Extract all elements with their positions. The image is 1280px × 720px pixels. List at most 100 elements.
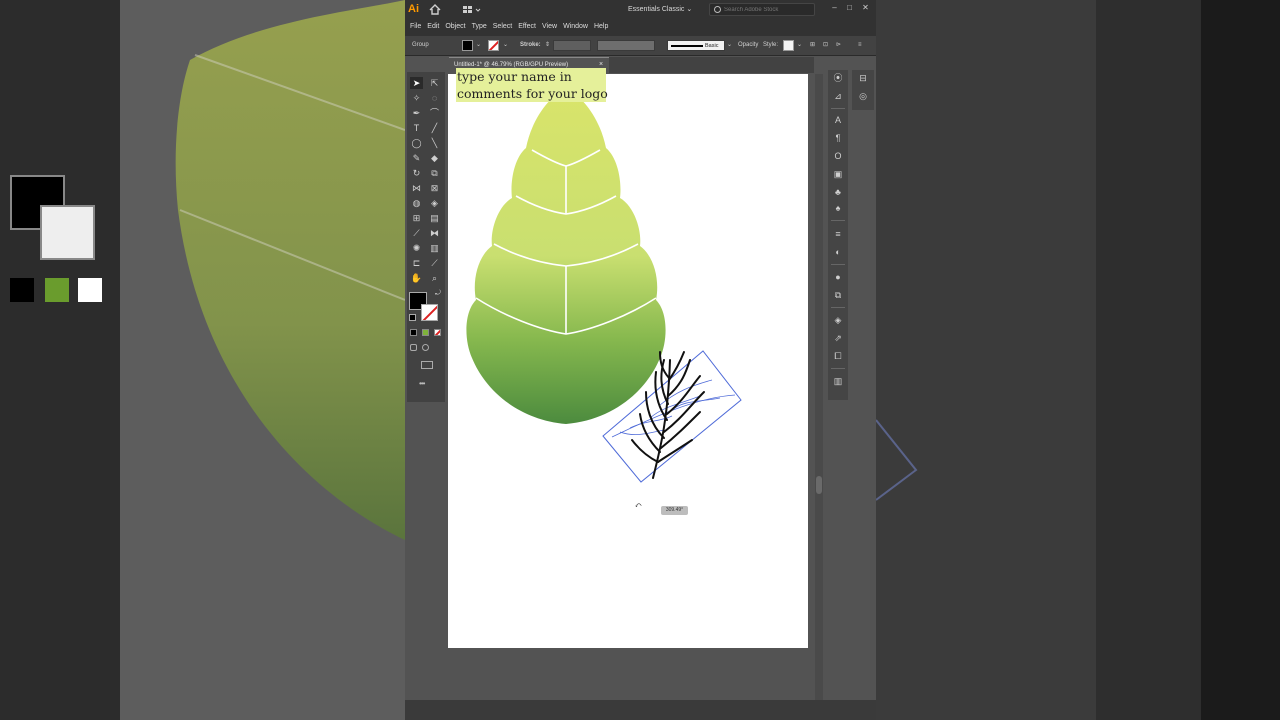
menu-select[interactable]: Select [490, 21, 515, 33]
none-mode-icon[interactable] [434, 329, 441, 336]
paintbrush-tool-icon[interactable]: ╲ [428, 137, 441, 149]
chevron-down-icon[interactable]: ⌄ [503, 42, 509, 48]
brush-definition[interactable]: Basic [667, 40, 725, 51]
style-swatch[interactable] [783, 40, 794, 51]
lasso-tool-icon[interactable]: ◌ [428, 92, 441, 104]
free-transform-tool-icon[interactable]: ⊠ [428, 182, 441, 194]
align-panel-icon[interactable]: ⊟ [857, 72, 869, 84]
width-tool-icon[interactable]: ⋈ [410, 182, 423, 194]
background-dock-blur [1096, 0, 1201, 720]
shaper-tool-icon[interactable]: ✎ [410, 152, 423, 164]
opentype-icon[interactable]: O [832, 150, 844, 162]
transparency-icon[interactable]: ◐ [832, 246, 844, 258]
stepper-icon[interactable]: ⇕ [545, 42, 551, 48]
search-icon [714, 6, 721, 13]
dock-separator [831, 220, 845, 221]
stroke-panel-icon[interactable]: ≡ [832, 228, 844, 240]
variable-width-profile[interactable] [597, 40, 655, 51]
menu-type[interactable]: Type [469, 21, 490, 33]
layers-icon[interactable]: ◈ [832, 314, 844, 326]
symbols-icon[interactable]: ♣ [832, 186, 844, 198]
menu-edit[interactable]: Edit [424, 21, 442, 33]
magic-wand-tool-icon[interactable]: ✧ [410, 92, 423, 104]
home-icon[interactable] [429, 4, 441, 15]
fill-swatch[interactable] [462, 40, 473, 51]
background-far-right [1201, 0, 1280, 720]
scale-tool-icon[interactable]: ⧉ [428, 167, 441, 179]
curvature-tool-icon[interactable]: ⌒ [428, 107, 441, 119]
character-icon[interactable]: A [832, 114, 844, 126]
symbol-sprayer-tool-icon[interactable]: ✺ [410, 242, 423, 254]
gradient-mode-icon[interactable] [422, 329, 429, 336]
selection-tool-icon[interactable]: ➤ [410, 77, 423, 89]
export-icon[interactable]: ⇗ [832, 332, 844, 344]
close-window-button[interactable]: ✕ [861, 3, 870, 12]
artboard[interactable] [448, 74, 808, 648]
rotate-tool-icon[interactable]: ↻ [410, 167, 423, 179]
chevron-down-icon[interactable]: ⌄ [797, 42, 803, 48]
image-trace-icon[interactable]: ▣ [832, 168, 844, 180]
align-icon[interactable]: ⊞ [810, 42, 816, 48]
type-tool-icon[interactable]: T [410, 122, 423, 134]
dock-separator [831, 368, 845, 369]
ellipse-tool-icon[interactable]: ◯ [410, 137, 423, 149]
scrollbar-thumb[interactable] [816, 476, 822, 494]
appearance-icon[interactable]: ● [832, 271, 844, 283]
close-tab-icon[interactable]: × [599, 61, 603, 68]
swap-fill-stroke-icon[interactable]: ⤾ [435, 290, 442, 297]
isolate-icon[interactable]: ⊳ [836, 42, 842, 48]
shape-builder-tool-icon[interactable]: ◍ [410, 197, 423, 209]
edit-toolbar-icon[interactable]: ••• [419, 379, 425, 388]
opacity-label[interactable]: Opacity [738, 42, 758, 48]
arrange-documents-icon[interactable] [462, 5, 482, 15]
mesh-tool-icon[interactable]: ⊞ [410, 212, 423, 224]
menu-object[interactable]: Object [442, 21, 468, 33]
stroke-swatch[interactable] [488, 40, 499, 51]
artboards-icon[interactable]: ⧠ [832, 350, 844, 362]
logo-headline[interactable]: type your name in comments for your logo [456, 68, 608, 102]
dock-separator [831, 264, 845, 265]
menu-effect[interactable]: Effect [515, 21, 539, 33]
eyedropper-tool-icon[interactable]: ⟋ [410, 227, 423, 239]
chevron-down-icon[interactable]: ⌄ [476, 42, 482, 48]
search-input[interactable] [724, 5, 812, 15]
libraries-icon[interactable]: ⊿ [832, 90, 844, 102]
properties-icon[interactable]: ⦿ [832, 72, 844, 84]
hand-tool-icon[interactable]: ✋ [410, 272, 423, 284]
menu-window[interactable]: Window [560, 21, 591, 33]
paragraph-icon[interactable]: ¶ [832, 132, 844, 144]
minimize-button[interactable]: – [830, 3, 839, 12]
chevron-down-icon[interactable]: ⌄ [727, 42, 733, 48]
artboard-tool-icon[interactable]: ⊏ [410, 257, 423, 269]
transform-icon[interactable]: ⊡ [823, 42, 829, 48]
zoom-tool-icon[interactable]: ⌕ [428, 272, 441, 284]
panel-menu-icon[interactable]: ≡ [858, 42, 864, 48]
gradient-panel-icon[interactable]: ▥ [832, 375, 844, 387]
pen-tool-icon[interactable]: ✒ [410, 107, 423, 119]
stroke-weight-field[interactable] [553, 40, 591, 51]
graph-tool-icon[interactable]: ▥ [428, 242, 441, 254]
eraser-tool-icon[interactable]: ◆ [428, 152, 441, 164]
draw-behind-icon[interactable] [422, 344, 429, 351]
draw-normal-icon[interactable] [410, 344, 417, 351]
menu-view[interactable]: View [539, 21, 560, 33]
graphic-styles-icon[interactable]: ♠ [832, 202, 844, 214]
slice-tool-icon[interactable]: ⟋ [428, 257, 441, 269]
gradient-tool-icon[interactable]: ▤ [428, 212, 441, 224]
stroke-color[interactable] [421, 304, 438, 321]
menu-file[interactable]: File [407, 21, 424, 33]
line-tool-icon[interactable]: ╱ [428, 122, 441, 134]
transform-panel-icon[interactable]: ⧉ [832, 289, 844, 301]
vertical-scrollbar[interactable] [815, 74, 823, 700]
workspace-switcher[interactable]: Essentials Classic ⌄ [628, 5, 692, 13]
search-stock[interactable] [709, 3, 815, 16]
maximize-button[interactable]: □ [845, 3, 854, 12]
menu-help[interactable]: Help [591, 21, 611, 33]
direct-selection-tool-icon[interactable]: ⇱ [428, 77, 441, 89]
color-mode-icon[interactable] [410, 329, 417, 336]
screen-mode-icon[interactable] [421, 361, 433, 369]
default-colors-icon[interactable] [409, 314, 416, 321]
blend-tool-icon[interactable]: ⧓ [428, 227, 441, 239]
pathfinder-icon[interactable]: ◎ [857, 90, 869, 102]
live-paint-tool-icon[interactable]: ◈ [428, 197, 441, 209]
